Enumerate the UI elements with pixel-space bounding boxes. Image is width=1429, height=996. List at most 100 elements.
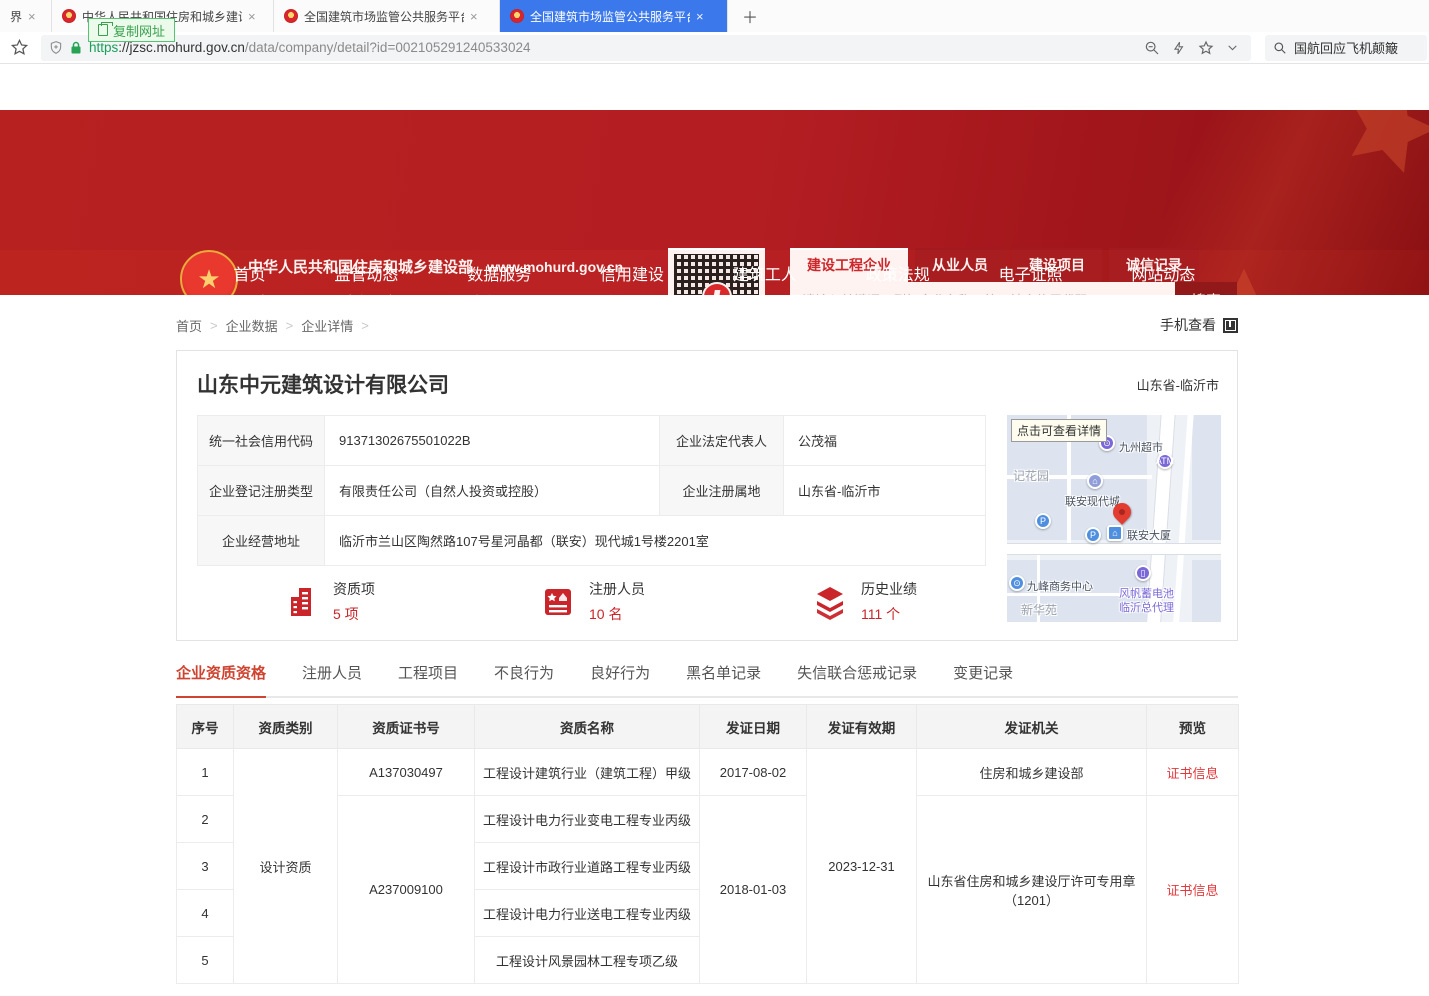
tab-good-behavior[interactable]: 良好行为 — [590, 662, 650, 696]
map-label-tower: 联安大厦 — [1127, 527, 1171, 543]
breadcrumb-company-data[interactable]: 企业数据 — [226, 316, 278, 335]
tab-title: 全国建筑市场监管公共服务平台 — [304, 8, 464, 25]
map-label-battery2: 临沂总代理 — [1119, 599, 1174, 615]
chevron-down-icon[interactable] — [1226, 41, 1239, 54]
favorite-star-icon[interactable] — [1198, 40, 1214, 56]
biz-center-pin-icon: ⊙ — [1009, 575, 1025, 591]
close-icon[interactable]: × — [696, 9, 704, 24]
map-label-supermarket: 九州超市 — [1119, 439, 1163, 455]
field-value-reg-type: 有限责任公司（自然人投资或控股） — [325, 466, 660, 516]
col-header-issue-date: 发证日期 — [700, 705, 807, 749]
col-header-authority: 发证机关 — [917, 705, 1147, 749]
qr-code-icon[interactable] — [1223, 318, 1238, 333]
atm-pin-icon: ATM — [1157, 453, 1173, 469]
tab-dishonesty-records[interactable]: 失信联合惩戒记录 — [797, 662, 917, 696]
browser-tab-jzsc[interactable]: 全国建筑市场监管公共服务平台 × — [274, 0, 500, 32]
map-label-biz-center: 九峰商务中心 — [1027, 578, 1093, 594]
url-bar[interactable]: https://jzsc.mohurd.gov.cn/data/company/… — [41, 35, 1251, 61]
favicon-icon — [510, 9, 524, 23]
new-tab-button[interactable]: ＋ — [728, 0, 772, 32]
stat-label: 历史业绩 — [861, 579, 917, 599]
cert-info-link[interactable]: 证书信息 — [1166, 766, 1218, 781]
breadcrumb-separator: > — [210, 318, 218, 333]
mobile-view-label[interactable]: 手机查看 — [1160, 315, 1216, 335]
flash-icon[interactable] — [1172, 40, 1186, 56]
search-icon — [1273, 41, 1287, 55]
tab-title: 全国建筑市场监管公共服务平台 — [530, 8, 690, 25]
bookmark-star-icon[interactable] — [10, 38, 29, 57]
cell-no: 1 — [177, 749, 234, 796]
tab-qualifications[interactable]: 企业资质资格 — [176, 662, 266, 698]
tab-projects[interactable]: 工程项目 — [398, 662, 458, 696]
field-value-credit-code: 91371302675501022B — [325, 416, 660, 466]
table-row: 企业经营地址 临沂市兰山区陶然路107号星河晶都（联安）现代城1号楼2201室 — [198, 516, 986, 566]
parking-icon: P — [1035, 513, 1051, 529]
cert-info-link[interactable]: 证书信息 — [1166, 883, 1218, 898]
nav-item-site-news[interactable]: 网站动态 — [1131, 261, 1195, 285]
map-road — [1172, 415, 1194, 622]
nav-item-workers[interactable]: 建筑工人 — [733, 261, 797, 285]
company-location-map[interactable]: 点击可查看详情 ⊙ 九州超市 ATM 记花园 ⌂ 联安现代城 ⌂ 联安大厦 P … — [1007, 415, 1221, 622]
nav-item-e-license[interactable]: 电子证照 — [999, 261, 1063, 285]
close-icon[interactable]: × — [470, 9, 478, 24]
copy-icon — [98, 24, 108, 36]
cell-valid-until: 2023-12-31 — [807, 749, 917, 984]
quick-search-text: 国航回应飞机颠簸 — [1294, 38, 1398, 57]
tab-registered-personnel[interactable]: 注册人员 — [302, 662, 362, 696]
cell-no: 4 — [177, 890, 234, 937]
field-label: 企业经营地址 — [198, 516, 325, 566]
copy-url-tooltip: 复制网址 — [88, 18, 175, 42]
building-pin-icon: ⌂ — [1087, 473, 1103, 489]
zoom-out-icon[interactable] — [1144, 40, 1160, 56]
tab-blacklist[interactable]: 黑名单记录 — [686, 662, 761, 696]
stat-registered-personnel[interactable]: 注册人员10 名 — [539, 579, 645, 624]
table-row: 1 设计资质 A137030497 工程设计建筑行业（建筑工程）甲级 2017-… — [177, 749, 1239, 796]
map-block — [1192, 560, 1221, 622]
cell-qual-name: 工程设计风景园林工程专项乙级 — [475, 937, 700, 984]
breadcrumb-separator: > — [286, 318, 294, 333]
nav-item-home[interactable]: 首页 — [234, 261, 266, 285]
cell-no: 5 — [177, 937, 234, 984]
site-header: ★ 中华人民共和国住房和城乡建设部www.mohurd.gov.cn 全国建筑市… — [0, 110, 1429, 295]
map-tooltip: 点击可查看详情 — [1011, 419, 1107, 442]
tab-bad-behavior[interactable]: 不良行为 — [494, 662, 554, 696]
map-label-garden: 记花园 — [1013, 467, 1049, 484]
layers-icon — [811, 583, 849, 621]
stat-qualifications[interactable]: 资质项5 项 — [283, 579, 375, 624]
stat-historical-performance[interactable]: 历史业绩111 个 — [811, 579, 917, 624]
company-card: 山东中元建筑设计有限公司 山东省-临沂市 统一社会信用代码 9137130267… — [176, 350, 1238, 641]
stat-value: 5 项 — [333, 604, 375, 624]
col-header-name: 资质名称 — [475, 705, 700, 749]
cell-no: 2 — [177, 796, 234, 843]
browser-quick-search[interactable]: 国航回应飞机颠簸 — [1265, 35, 1427, 61]
nav-item-data-service[interactable]: 数据服务 — [467, 261, 531, 285]
nav-item-policy[interactable]: 政策法规 — [866, 261, 930, 285]
main-nav: 首页 监管动态 数据服务 信用建设 建筑工人 政策法规 电子证照 网站动态 — [0, 250, 1429, 295]
tower-pin-icon: ⌂ — [1107, 525, 1123, 541]
shield-icon[interactable] — [49, 40, 63, 55]
url-text[interactable]: https://jzsc.mohurd.gov.cn/data/company/… — [89, 40, 1137, 55]
cell-issue-date: 2017-08-02 — [700, 749, 807, 796]
close-icon[interactable]: × — [248, 9, 256, 24]
url-host: ://jzsc.mohurd.gov.cn — [118, 40, 245, 55]
breadcrumb-separator: > — [361, 318, 369, 333]
map-main-road-horizontal — [1007, 543, 1221, 555]
cell-category: 设计资质 — [234, 749, 338, 984]
copy-tooltip-text: 复制网址 — [113, 21, 165, 40]
tab-change-records[interactable]: 变更记录 — [953, 662, 1013, 696]
badge-book-icon — [539, 583, 577, 621]
qualification-table: 序号 资质类别 资质证书号 资质名称 发证日期 发证有效期 发证机关 预览 1 … — [176, 704, 1239, 984]
browser-tab-partial[interactable]: 界 × — [0, 0, 52, 32]
col-header-valid-until: 发证有效期 — [807, 705, 917, 749]
nav-item-credit[interactable]: 信用建设 — [600, 261, 664, 285]
stat-value: 10 名 — [589, 604, 645, 624]
browser-toolbar: https://jzsc.mohurd.gov.cn/data/company/… — [0, 32, 1429, 64]
parking-icon: P — [1085, 527, 1101, 543]
breadcrumb-home[interactable]: 首页 — [176, 316, 202, 335]
map-label-xinhua: 新华苑 — [1021, 601, 1057, 618]
cell-cert-no: A137030497 — [338, 749, 475, 796]
browser-tab-active[interactable]: 全国建筑市场监管公共服务平台 × — [500, 0, 728, 32]
close-icon[interactable]: × — [28, 9, 36, 24]
nav-item-supervision[interactable]: 监管动态 — [334, 261, 398, 285]
breadcrumb-company-detail[interactable]: 企业详情 — [301, 316, 353, 335]
